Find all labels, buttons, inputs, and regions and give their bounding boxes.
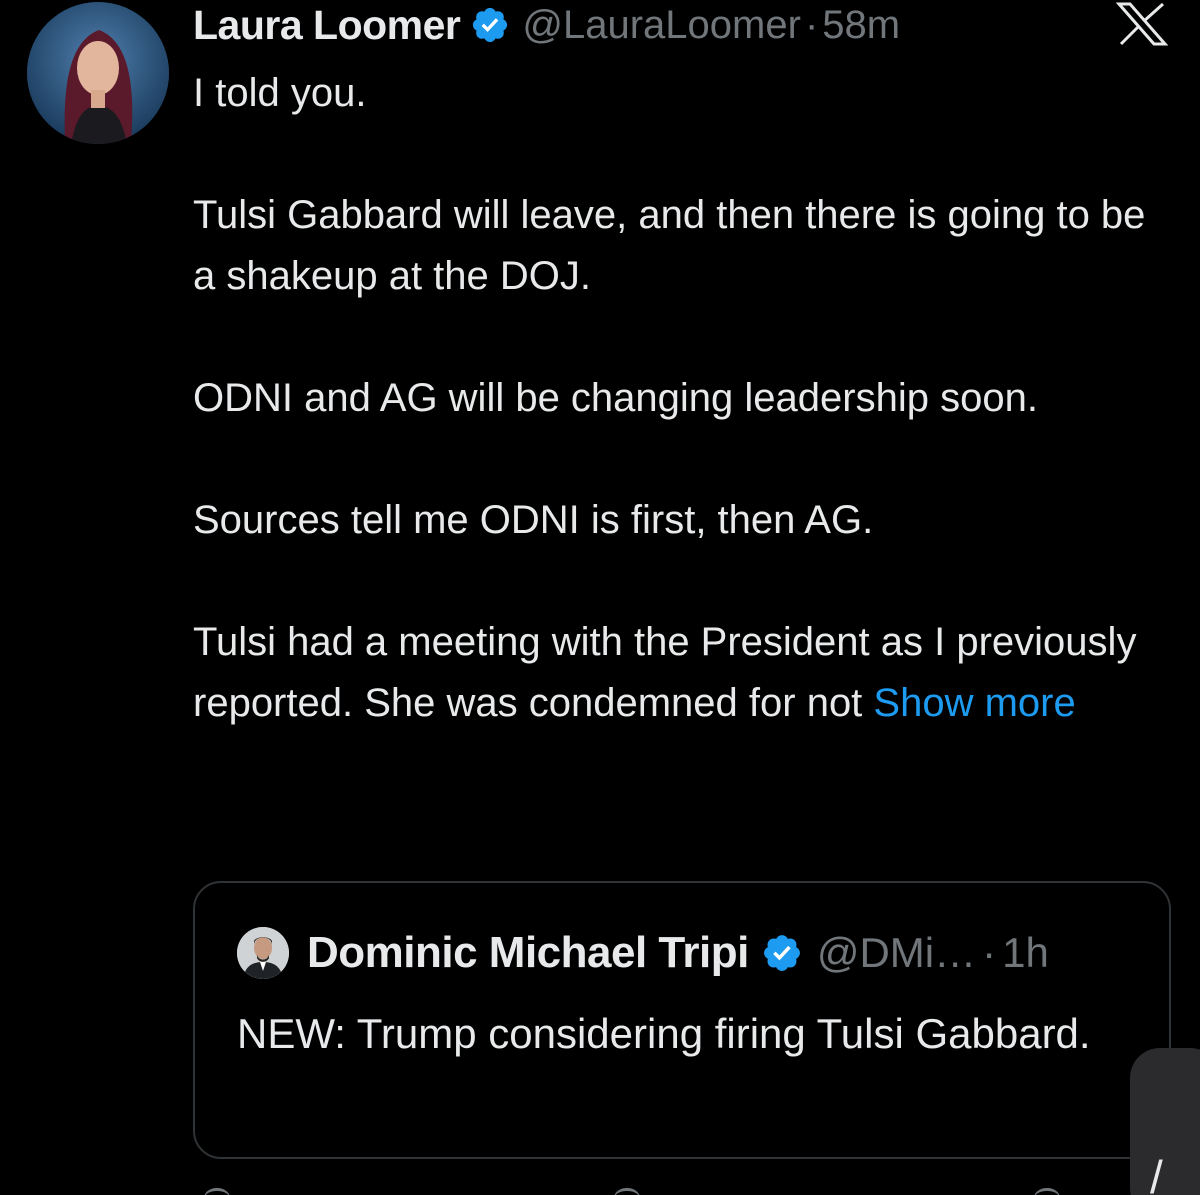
author-avatar[interactable] (27, 2, 169, 144)
verified-badge-icon (473, 7, 508, 43)
quoted-author-name[interactable]: Dominic Michael Tripi (307, 928, 749, 978)
like-icon[interactable] (613, 1188, 641, 1195)
author-handle[interactable]: @LauraLoomer (522, 3, 801, 48)
floating-compose-button[interactable] (1130, 1048, 1200, 1195)
meta-separator: · (804, 2, 819, 47)
quoted-author-handle[interactable]: @DMi… (817, 929, 976, 977)
tweet-text: I told you. Tulsi Gabbard will leave, an… (193, 63, 1173, 734)
compose-icon: / (1150, 1151, 1163, 1195)
tweet[interactable]: Laura Loomer @LauraLoomer · 58m I told y… (0, 0, 1200, 1195)
verified-badge-icon (763, 935, 800, 971)
reply-icon[interactable] (203, 1188, 231, 1195)
tweet-paragraph-truncated: Tulsi had a meeting with the President a… (193, 612, 1173, 734)
x-logo-icon (1116, 2, 1168, 46)
tweet-paragraph: Sources tell me ODNI is first, then AG. (193, 498, 874, 542)
quoted-tweet-header: Dominic Michael Tripi @DMi… · 1h (237, 923, 1049, 983)
quoted-tweet-text: NEW: Trump considering firing Tulsi Gabb… (237, 1010, 1091, 1057)
quoted-tweet[interactable]: Dominic Michael Tripi @DMi… · 1h NEW: Tr… (193, 881, 1171, 1159)
quoted-author-avatar[interactable] (237, 927, 289, 979)
show-more-link[interactable]: Show more (873, 681, 1075, 725)
author-name[interactable]: Laura Loomer (193, 2, 461, 49)
meta-separator: · (982, 929, 997, 976)
tweet-paragraph: Tulsi Gabbard will leave, and then there… (193, 193, 1146, 298)
tweet-timestamp[interactable]: 58m (822, 3, 900, 48)
share-icon[interactable] (1033, 1188, 1061, 1195)
tweet-header: Laura Loomer @LauraLoomer · 58m (193, 0, 900, 50)
tweet-paragraph: ODNI and AG will be changing leadership … (193, 376, 1038, 420)
quoted-tweet-timestamp[interactable]: 1h (1002, 929, 1049, 977)
tweet-paragraph: I told you. (193, 71, 367, 115)
tweet-action-bar (193, 1188, 1073, 1195)
